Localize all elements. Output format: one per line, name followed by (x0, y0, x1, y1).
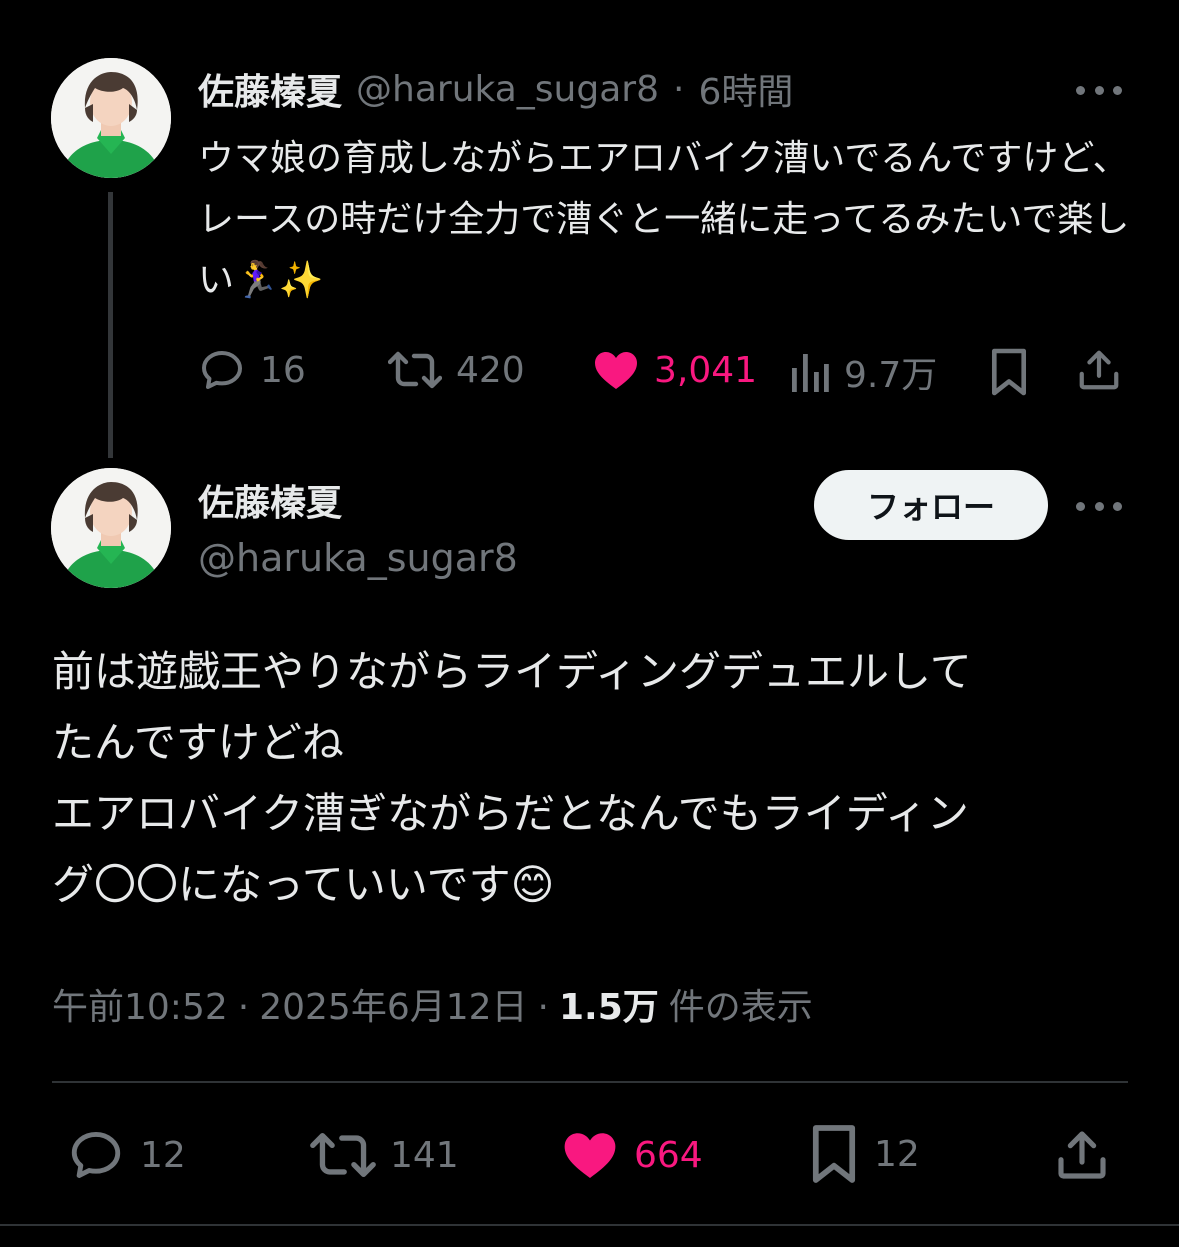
avatar[interactable] (51, 58, 171, 178)
share-icon (1079, 350, 1119, 390)
tweet-text-line: グ〇〇になっていいです😊 (52, 860, 555, 909)
more-options-icon[interactable] (1076, 496, 1122, 516)
heart-filled-icon (595, 352, 637, 389)
separator-dot: · (672, 68, 685, 110)
author-name[interactable]: 佐藤榛夏 (198, 63, 342, 115)
retweet-count: 141 (390, 1134, 459, 1176)
divider (0, 1224, 1179, 1226)
separator-dot: · (537, 987, 549, 1028)
tweet1-text: ウマ娘の育成しながらエアロバイク漕いでるんですけど、レースの時だけ全力で漕ぐと一… (198, 138, 1130, 301)
reply-icon (202, 351, 242, 389)
like-button[interactable]: 664 (560, 1126, 703, 1184)
like-count: 3,041 (654, 349, 758, 391)
avatar[interactable] (51, 468, 171, 588)
share-icon (1058, 1131, 1106, 1179)
share-button[interactable] (1054, 1126, 1110, 1184)
tweet-text-line: エアロバイク漕ぎながらだとなんでもライディン (52, 789, 969, 838)
reply-icon (71, 1132, 121, 1178)
separator-dot: · (237, 987, 250, 1028)
tweet2-text: 前は遊戯王やりながらライディングデュエルして たんですけどね エアロバイク漕ぎな… (52, 636, 1132, 920)
bookmark-button[interactable] (988, 346, 1030, 398)
retweet-icon (310, 1133, 376, 1177)
follow-button[interactable]: フォロー (814, 470, 1048, 540)
author-handle[interactable]: @haruka_sugar8 (198, 536, 518, 580)
bookmark-icon (812, 1125, 856, 1183)
author-handle[interactable]: @haruka_sugar8 (356, 69, 659, 110)
retweet-icon (388, 351, 442, 389)
like-count: 664 (634, 1134, 703, 1176)
reply-button[interactable]: 12 (66, 1126, 186, 1184)
retweet-count: 420 (456, 349, 525, 391)
reply-count: 12 (140, 1134, 186, 1176)
bookmark-count: 12 (874, 1133, 920, 1175)
reply-button[interactable]: 16 (198, 346, 306, 394)
tweet1-header: 佐藤榛夏 @haruka_sugar8 · 6時間 (198, 63, 793, 115)
bookmark-icon (991, 348, 1027, 396)
divider (52, 1081, 1128, 1083)
views-count: 9.7万 (844, 355, 938, 396)
tweet-meta: 午前10:52 · 2025年6月12日 · 1.5万 件の表示 (52, 978, 813, 1030)
retweet-button[interactable]: 420 (388, 346, 525, 394)
views-chart-icon (792, 354, 829, 392)
like-button[interactable]: 3,041 (592, 346, 757, 394)
heart-filled-icon (564, 1133, 616, 1178)
tweet-thread: 佐藤榛夏 @haruka_sugar8 · 6時間 ウマ娘の育成しながらエアロバ… (0, 0, 1179, 1247)
bookmark-button[interactable]: 12 (808, 1122, 920, 1186)
author-name[interactable]: 佐藤榛夏 (198, 474, 342, 526)
more-options-icon[interactable] (1076, 80, 1122, 100)
retweet-button[interactable]: 141 (310, 1126, 459, 1184)
views-label: 件の表示 (668, 987, 813, 1028)
post-time[interactable]: 午前10:52 (52, 978, 228, 1030)
thread-line (108, 192, 113, 458)
share-button[interactable] (1076, 346, 1122, 394)
tweet-text-line: たんですけどね (52, 718, 344, 767)
tweet-text-line: 前は遊戯王やりながらライディングデュエルして (52, 647, 972, 696)
reply-count: 16 (260, 349, 306, 391)
time-ago[interactable]: 6時間 (698, 63, 793, 115)
post-date[interactable]: 2025年6月12日 (259, 978, 527, 1030)
views-button[interactable]: 9.7万 (790, 346, 937, 398)
views-count: 1.5万 (559, 987, 659, 1028)
